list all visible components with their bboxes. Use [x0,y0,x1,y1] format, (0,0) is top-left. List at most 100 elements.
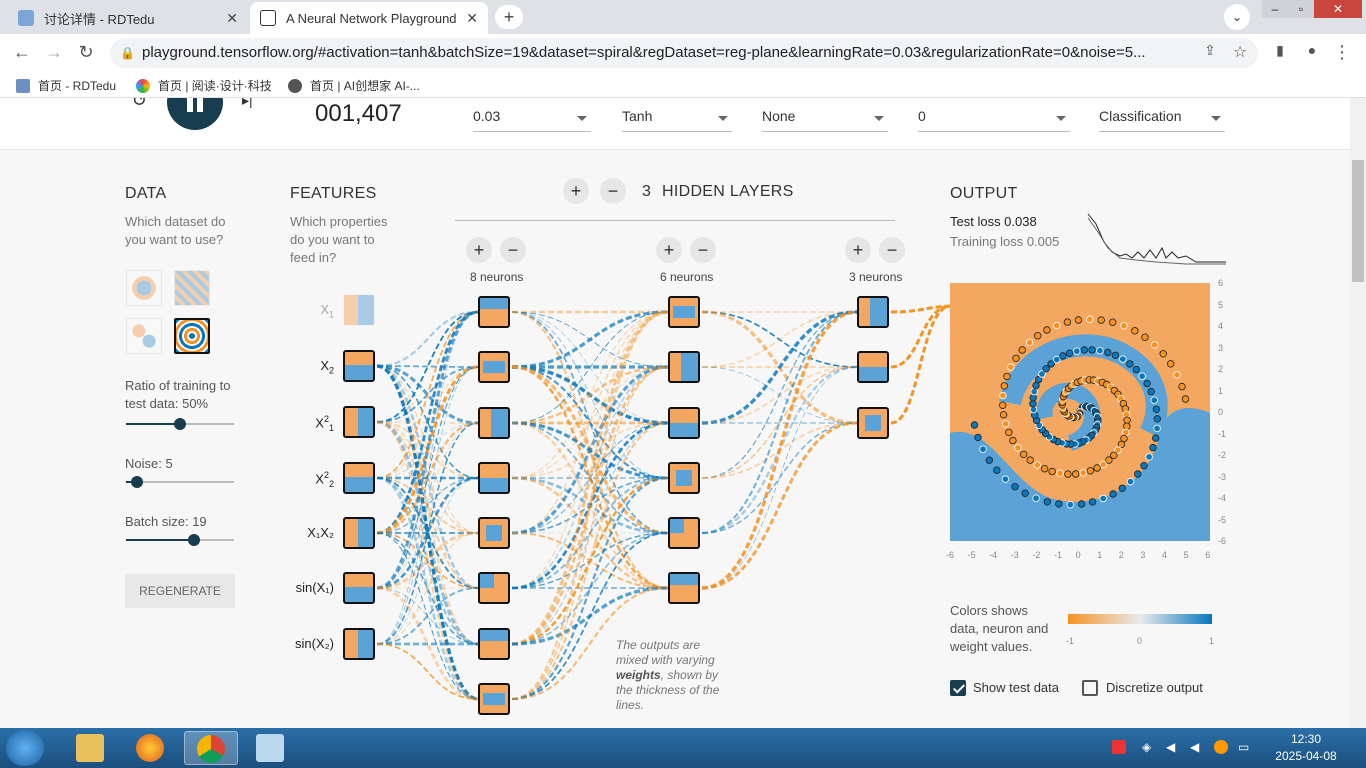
profile-icon[interactable]: ● [1300,42,1324,58]
data-point [999,391,1007,400]
data-point [1111,351,1120,359]
feature-node[interactable] [343,350,375,382]
bookmark-ai[interactable]: 首页 | AI创想家 AI-... [288,77,420,94]
weight-link[interactable] [511,310,669,369]
taskbar-notepad[interactable] [244,731,298,765]
data-point [1086,467,1095,475]
remove-neuron-button[interactable]: − [500,237,526,263]
discretize-checkbox[interactable] [1082,680,1098,696]
tab-playground[interactable]: A Neural Network Playground ✕ [250,2,488,34]
hidden-neuron[interactable] [857,351,889,383]
node-pattern [482,693,506,705]
taskbar-explorer[interactable] [64,731,118,765]
new-tab-button[interactable]: + [495,5,523,29]
remove-layer-button[interactable]: − [600,178,626,204]
system-clock[interactable]: 12:30 2025-04-08 [1262,731,1350,765]
close-icon[interactable]: ✕ [466,10,478,27]
feature-node[interactable] [343,628,375,660]
data-point [1052,355,1061,364]
feature-node[interactable] [343,406,375,438]
tray-app-icon[interactable] [1112,740,1126,754]
close-icon[interactable]: ✕ [226,10,238,27]
add-neuron-button[interactable]: + [656,237,682,263]
add-layer-button[interactable]: + [563,178,589,204]
show-test-data-checkbox[interactable] [950,680,966,696]
scrollbar-thumb[interactable] [1352,160,1364,282]
page-favicon-icon [18,10,34,26]
hidden-neuron[interactable] [478,351,510,383]
hidden-neuron[interactable] [478,407,510,439]
data-point [1029,399,1037,408]
hidden-neuron[interactable] [857,407,889,439]
feature-node[interactable] [343,294,375,326]
feature-node[interactable] [343,517,375,549]
hidden-neuron[interactable] [668,462,700,494]
data-point [985,456,993,464]
show-test-data-label: Show test data [973,680,1059,695]
node-pattern [480,298,508,310]
forward-arrow-icon[interactable]: → [42,42,66,63]
remove-neuron-button[interactable]: − [690,237,716,263]
hidden-neuron[interactable] [668,572,700,604]
tray-network-icon[interactable]: ▭ [1238,740,1252,754]
tray-volume-mute-icon[interactable]: ◀ [1166,740,1180,754]
hidden-neuron[interactable] [478,683,510,715]
node-pattern [345,630,358,658]
data-point [1071,470,1080,478]
menu-dots-icon[interactable]: ⋮ [1330,42,1354,63]
hidden-neuron[interactable] [668,407,700,439]
tray-alert-icon[interactable] [1214,740,1228,754]
bookmark-star-icon[interactable]: ☆ [1228,42,1252,62]
data-point [1109,490,1117,498]
reload-icon[interactable]: ↻ [74,42,98,63]
tray-speaker-icon[interactable]: ◀ [1190,740,1204,754]
weight-link[interactable] [701,422,858,534]
tray-security-icon[interactable]: ◈ [1142,740,1156,754]
share-icon[interactable]: ⇪ [1198,42,1222,59]
data-point [1065,349,1074,357]
tab-title: 讨论详情 - RDTedu [44,11,155,27]
minimize-icon[interactable]: – [1262,0,1288,18]
window-close-icon[interactable]: ✕ [1314,0,1362,18]
feature-label: X21 [284,414,334,433]
bookmark-rdtedu[interactable]: 首页 - RDTedu [16,77,116,94]
hidden-neuron[interactable] [668,517,700,549]
hidden-neuron[interactable] [478,517,510,549]
hidden-neuron[interactable] [478,572,510,604]
feature-sub: 1 [328,422,334,433]
weight-link[interactable] [701,310,858,590]
remove-neuron-button[interactable]: − [879,237,905,263]
feature-label: sin(X₁) [284,580,334,595]
node-pattern [870,298,887,326]
data-point [1080,346,1088,354]
maximize-icon[interactable]: ▫ [1288,0,1314,18]
feature-node[interactable] [343,572,375,604]
node-pattern [480,574,494,588]
data-point [1018,346,1026,354]
data-point [1029,393,1037,402]
add-neuron-button[interactable]: + [466,237,492,263]
page-scrollbar[interactable] [1350,98,1366,728]
back-arrow-icon[interactable]: ← [10,42,34,63]
side-panel-icon[interactable]: ▮ [1268,42,1292,59]
tab-title: A Neural Network Playground [286,10,457,26]
hidden-neuron[interactable] [478,296,510,328]
add-neuron-button[interactable]: + [845,237,871,263]
tab-search-icon[interactable]: ⌄ [1224,4,1250,30]
hidden-neuron[interactable] [478,628,510,660]
data-point [1021,489,1029,497]
bookmark-design[interactable]: 首页 | 阅读·设计·科技 [136,77,272,94]
taskbar-firefox[interactable] [124,731,178,765]
url-field[interactable]: 🔒 playground.tensorflow.org/#activation=… [110,38,1258,68]
hidden-neuron[interactable] [478,462,510,494]
start-button[interactable] [6,730,44,766]
weight-link[interactable] [511,311,669,589]
hidden-neuron[interactable] [857,296,889,328]
feature-node[interactable] [343,462,375,494]
hidden-neuron[interactable] [668,296,700,328]
tab-rdtedu[interactable]: 讨论详情 - RDTedu ✕ [8,2,248,34]
taskbar-chrome[interactable] [184,731,238,765]
hidden-neuron[interactable] [668,351,700,383]
data-point [1138,372,1146,380]
data-point [1073,347,1081,355]
